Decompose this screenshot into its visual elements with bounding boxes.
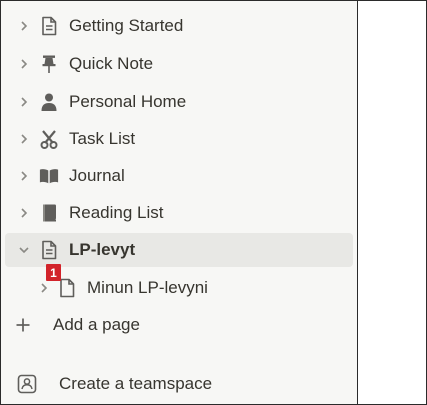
sidebar-item-getting-started[interactable]: Getting Started xyxy=(5,9,353,43)
create-teamspace-label: Create a teamspace xyxy=(59,374,213,393)
open-book-icon xyxy=(39,166,59,186)
document-icon xyxy=(39,240,59,260)
add-page-label: Add a page xyxy=(53,315,140,334)
sidebar-item-label: LP-levyt xyxy=(69,240,136,259)
pin-icon xyxy=(39,54,59,74)
annotation-badge: 1 xyxy=(46,264,61,281)
chevron-right-icon[interactable] xyxy=(17,19,31,33)
chevron-right-icon[interactable] xyxy=(37,281,51,295)
blank-page-icon xyxy=(57,278,77,298)
chevron-right-icon[interactable] xyxy=(17,57,31,71)
scissors-icon xyxy=(39,129,59,149)
chevron-down-icon[interactable] xyxy=(17,243,31,257)
sidebar-item-lp-levyt[interactable]: LP-levyt xyxy=(5,233,353,267)
create-teamspace-button[interactable]: Create a teamspace xyxy=(5,367,353,401)
sidebar-item-label: Journal xyxy=(69,166,125,185)
sidebar-item-task-list[interactable]: Task List xyxy=(5,122,353,156)
document-icon xyxy=(39,16,59,36)
sidebar-item-journal[interactable]: Journal xyxy=(5,159,353,193)
sidebar-item-label: Personal Home xyxy=(69,92,187,111)
teamspace-icon xyxy=(17,374,37,394)
sidebar-item-label: Reading List xyxy=(69,203,164,222)
main-content-area xyxy=(358,1,426,404)
sidebar-item-personal-home[interactable]: Personal Home xyxy=(5,85,353,119)
sidebar-item-reading-list[interactable]: Reading List xyxy=(5,196,353,230)
sidebar-item-label: Task List xyxy=(69,129,136,148)
sidebar: Getting Started Quick Note Personal Home… xyxy=(1,1,358,404)
sidebar-item-label: Quick Note xyxy=(69,54,154,73)
chevron-right-icon[interactable] xyxy=(17,95,31,109)
book-icon xyxy=(39,203,59,223)
chevron-right-icon[interactable] xyxy=(17,132,31,146)
app-window: Getting Started Quick Note Personal Home… xyxy=(0,0,427,405)
sidebar-item-quick-note[interactable]: Quick Note xyxy=(5,47,353,81)
chevron-right-icon[interactable] xyxy=(17,169,31,183)
add-page-button[interactable]: Add a page xyxy=(5,308,353,342)
chevron-right-icon[interactable] xyxy=(17,206,31,220)
person-icon xyxy=(39,92,59,112)
sidebar-item-label: Getting Started xyxy=(69,16,184,35)
sidebar-item-label: Minun LP-levyni xyxy=(87,278,208,297)
plus-icon xyxy=(13,315,33,335)
